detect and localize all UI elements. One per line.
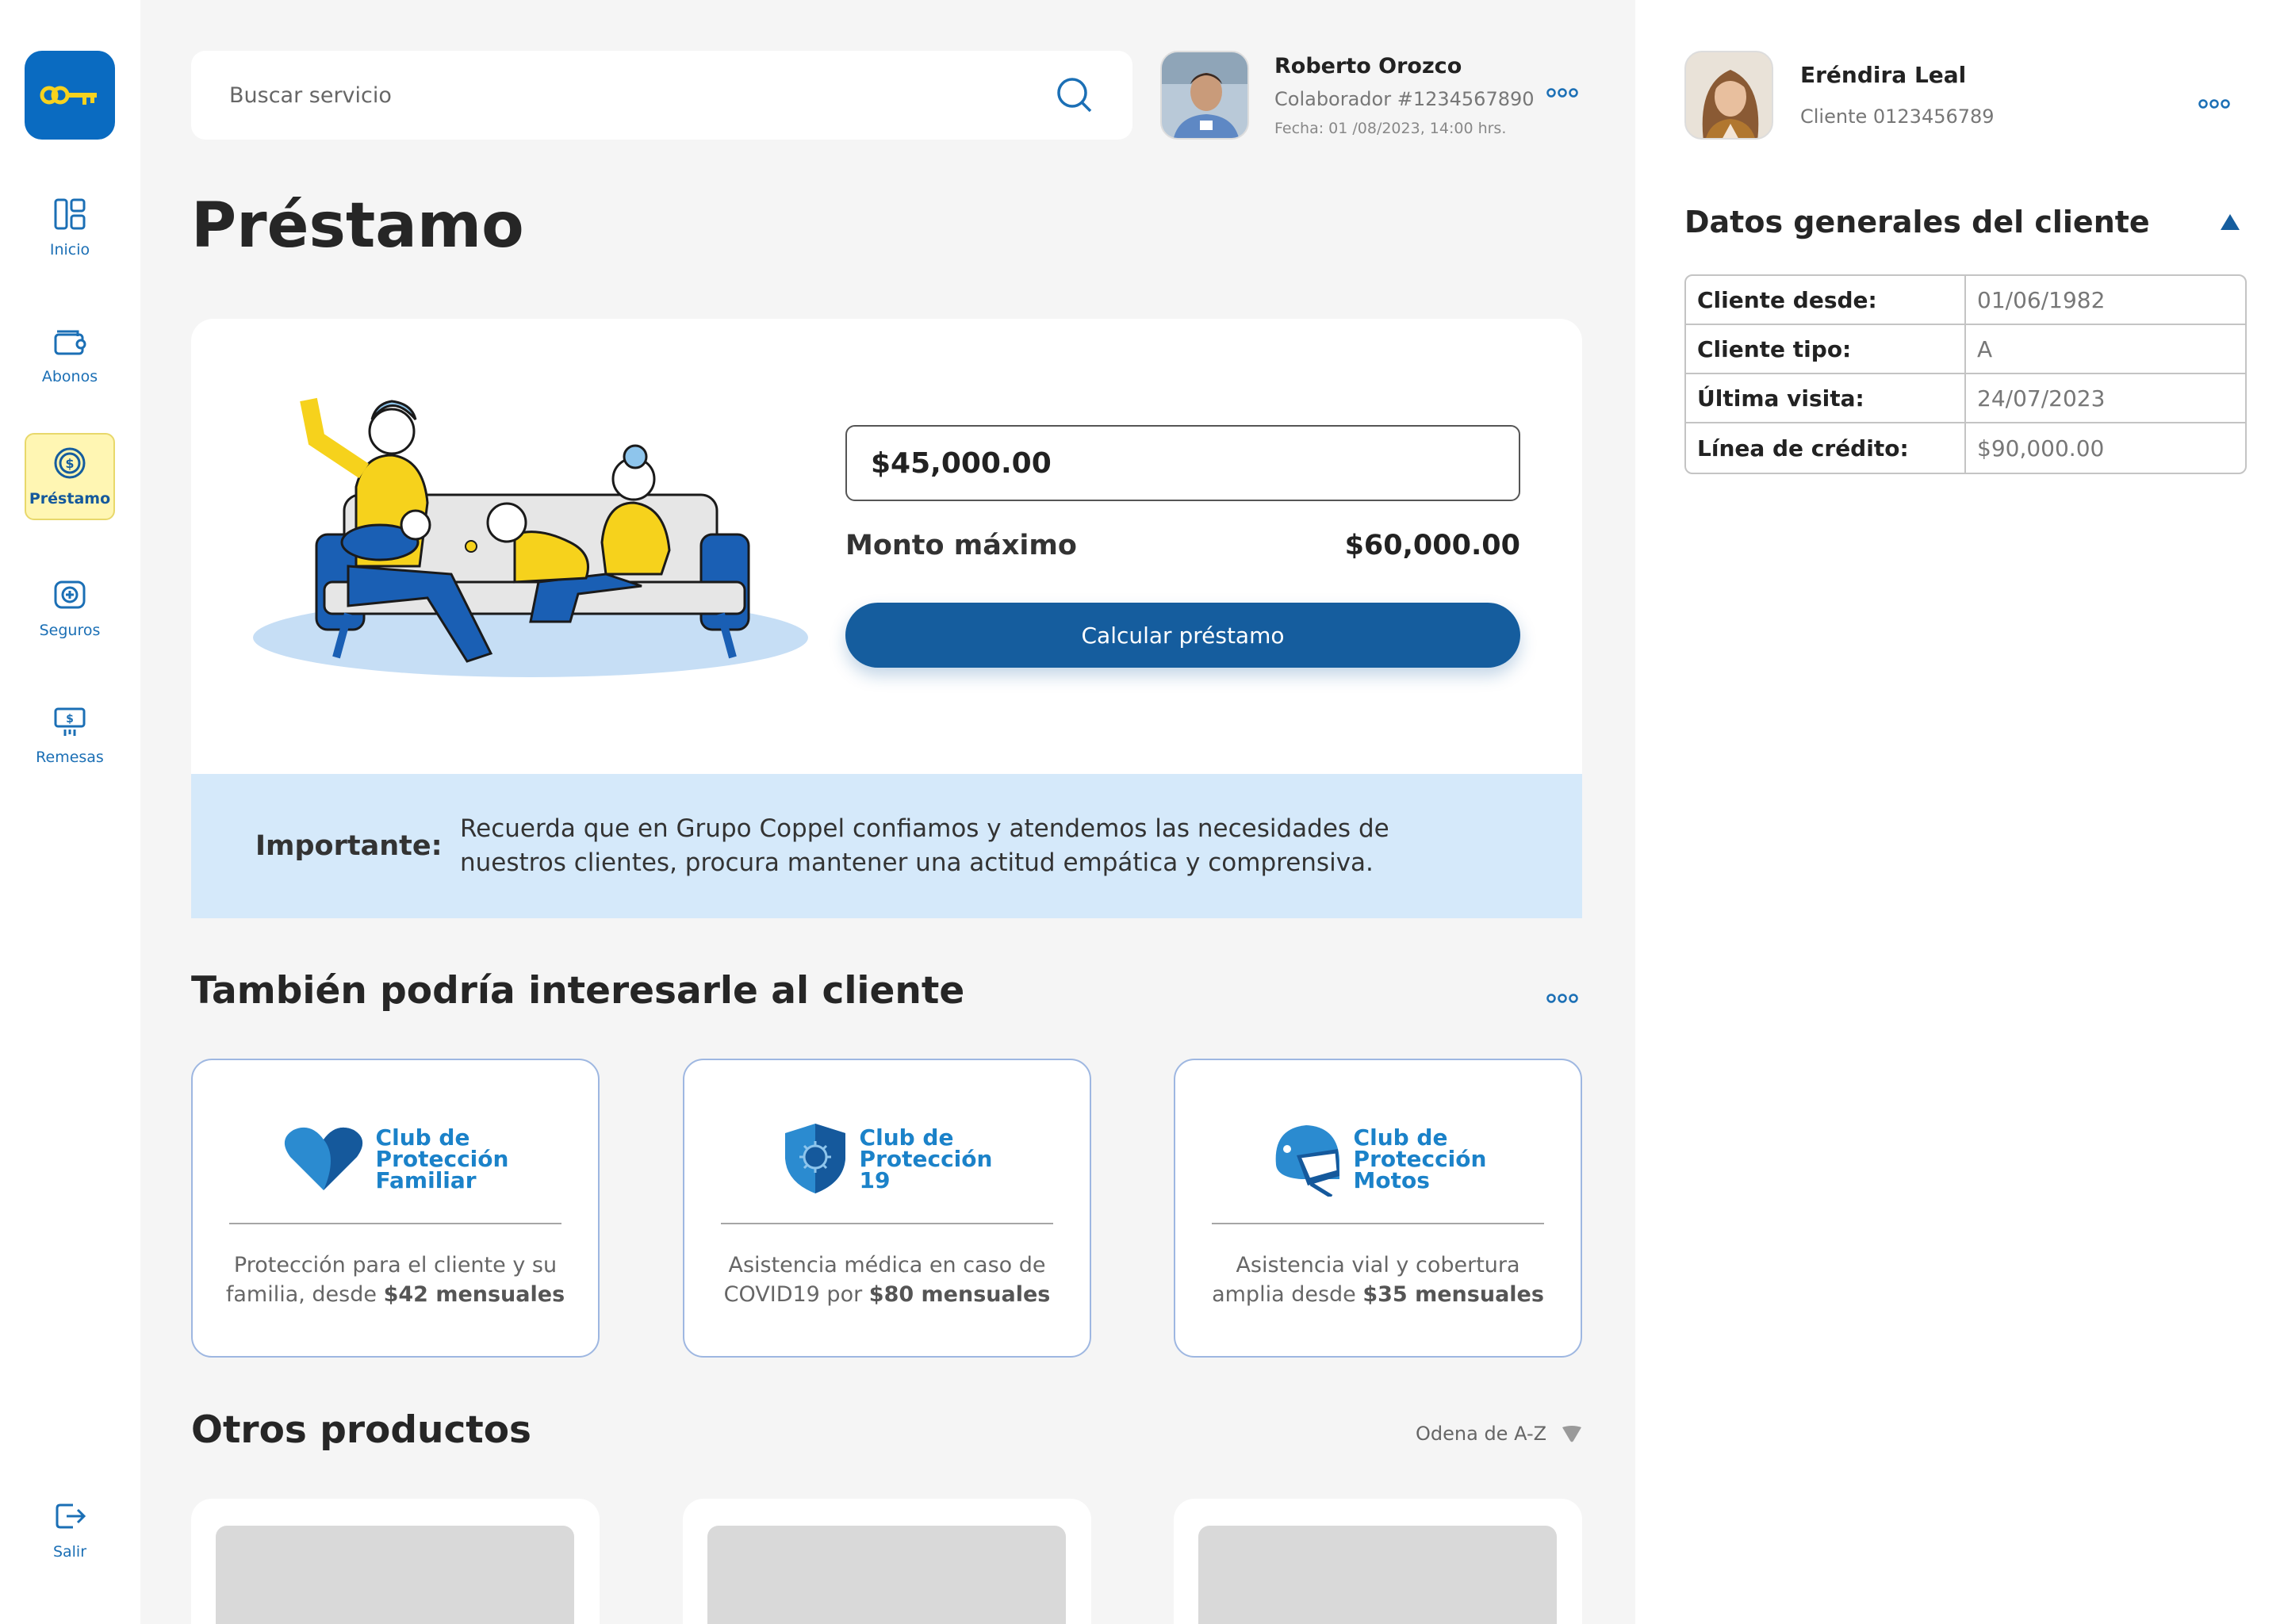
table-row: Última visita: 24/07/2023: [1686, 374, 2245, 423]
family-sofa-illustration: [253, 397, 808, 677]
sidebar-item-label: Seguros: [39, 622, 101, 639]
key-icon: [40, 86, 97, 105]
sidebar-item-remesas[interactable]: $ Remesas: [25, 691, 115, 779]
dollar-coin-icon: $: [54, 447, 86, 479]
logout-button[interactable]: Salir: [25, 1486, 115, 1573]
card-description: Asistencia médica en caso de COVID19 por…: [723, 1253, 1051, 1307]
important-notice: Importante: Recuerda que en Grupo Coppel…: [191, 774, 1582, 918]
card-description: Protección para el cliente y su familia,…: [225, 1253, 565, 1307]
sort-down-icon: [1562, 1426, 1582, 1442]
collaborator-id: Colaborador #1234567890: [1274, 88, 1535, 110]
sidebar-item-seguros[interactable]: Seguros: [25, 565, 115, 652]
suggestions-title: También podría interesarle al cliente: [191, 969, 965, 1013]
collapse-up-icon[interactable]: [2219, 213, 2241, 232]
client-id: Cliente 0123456789: [1800, 105, 1995, 128]
svg-text:$: $: [66, 713, 74, 726]
suggestion-card-covid[interactable]: Club de Protección 19 Asistencia médica …: [683, 1059, 1091, 1358]
logout-icon: [56, 1503, 86, 1529]
notice-label: Importante:: [255, 830, 443, 862]
product-image-placeholder: [707, 1526, 1066, 1624]
sidebar-item-abonos[interactable]: Abonos: [25, 311, 115, 398]
product-card[interactable]: [1174, 1499, 1582, 1624]
collaborator-avatar: [1160, 51, 1249, 140]
sort-dropdown[interactable]: Odena de A-Z: [1416, 1423, 1583, 1445]
medical-cross-icon: [54, 580, 86, 609]
notice-text: Recuerda que en Grupo Coppel confiamos y…: [460, 814, 1389, 877]
card-divider: [721, 1223, 1053, 1224]
page-title: Préstamo: [191, 190, 524, 262]
sidebar-item-label: Préstamo: [29, 490, 111, 508]
card-divider: [229, 1223, 561, 1224]
client-avatar: [1684, 51, 1773, 140]
suggestions-more-icon[interactable]: [1546, 983, 1578, 1009]
card-logo: Club de Protección 19: [684, 1116, 1090, 1201]
collaborator-date: Fecha: 01 /08/2023, 14:00 hrs.: [1274, 120, 1507, 137]
sidebar-item-inicio[interactable]: Inicio: [25, 184, 115, 271]
card-logo: Club de Protección Familiar: [193, 1116, 598, 1201]
suggestion-card-familiar[interactable]: Club de Protección Familiar Protección p…: [191, 1059, 600, 1358]
product-card[interactable]: [683, 1499, 1091, 1624]
search-icon[interactable]: [1055, 75, 1094, 115]
app-logo[interactable]: [25, 51, 115, 140]
sidebar: Inicio Abonos $ Préstamo Seguros $ Remes…: [0, 0, 140, 1624]
collaborator-more-icon[interactable]: [1546, 78, 1578, 104]
svg-text:$: $: [65, 456, 74, 471]
virus-shield-icon: [784, 1124, 845, 1193]
product-card[interactable]: [191, 1499, 600, 1624]
logout-label: Salir: [52, 1543, 87, 1561]
client-header: Eréndira Leal Cliente 0123456789: [1684, 51, 1995, 140]
sidebar-item-label: Abonos: [41, 368, 98, 385]
helmet-icon: [1275, 1125, 1339, 1197]
card-logo: Club de Protección Motos: [1175, 1116, 1581, 1201]
table-row: Cliente desde: 01/06/1982: [1686, 276, 2245, 325]
max-amount-value: $60,000.00: [1344, 530, 1520, 561]
client-panel: Eréndira Leal Cliente 0123456789 Datos g…: [1635, 0, 2284, 1624]
collaborator-header: Roberto Orozco Colaborador #1234567890 F…: [1160, 51, 1588, 140]
suggestion-card-motos[interactable]: Club de Protección Motos Asistencia vial…: [1174, 1059, 1582, 1358]
client-info-table: Cliente desde: 01/06/1982 Cliente tipo: …: [1684, 274, 2247, 474]
client-name: Eréndira Leal: [1800, 62, 1967, 88]
card-divider: [1212, 1223, 1544, 1224]
loan-card: $45,000.00 Monto máximo $60,000.00 Calcu…: [191, 319, 1582, 774]
sidebar-item-prestamo[interactable]: $ Préstamo: [25, 433, 115, 520]
dashboard-icon: [54, 198, 86, 230]
product-image-placeholder: [216, 1526, 574, 1624]
cash-transfer-icon: $: [54, 707, 86, 736]
calculate-loan-button[interactable]: Calcular préstamo: [845, 603, 1520, 668]
wallet-icon: [54, 330, 86, 355]
client-more-icon[interactable]: [2198, 89, 2230, 115]
card-description: Asistencia vial y cobertura amplia desde…: [1212, 1253, 1544, 1307]
search-bar[interactable]: Buscar servicio: [191, 51, 1132, 140]
sort-label: Odena de A-Z: [1416, 1423, 1547, 1445]
table-row: Cliente tipo: A: [1686, 325, 2245, 374]
other-products-title: Otros productos: [191, 1408, 532, 1452]
sidebar-item-label: Inicio: [49, 241, 90, 259]
collaborator-name: Roberto Orozco: [1274, 54, 1462, 79]
heart-icon: [284, 1127, 362, 1190]
loan-amount-input[interactable]: $45,000.00: [845, 425, 1520, 501]
search-input[interactable]: Buscar servicio: [229, 83, 1055, 108]
product-image-placeholder: [1198, 1526, 1557, 1624]
table-row: Línea de crédito: $90,000.00: [1686, 423, 2245, 473]
client-data-title: Datos generales del cliente: [1684, 205, 2150, 239]
max-amount-label: Monto máximo: [845, 530, 1077, 561]
sidebar-item-label: Remesas: [36, 749, 104, 766]
